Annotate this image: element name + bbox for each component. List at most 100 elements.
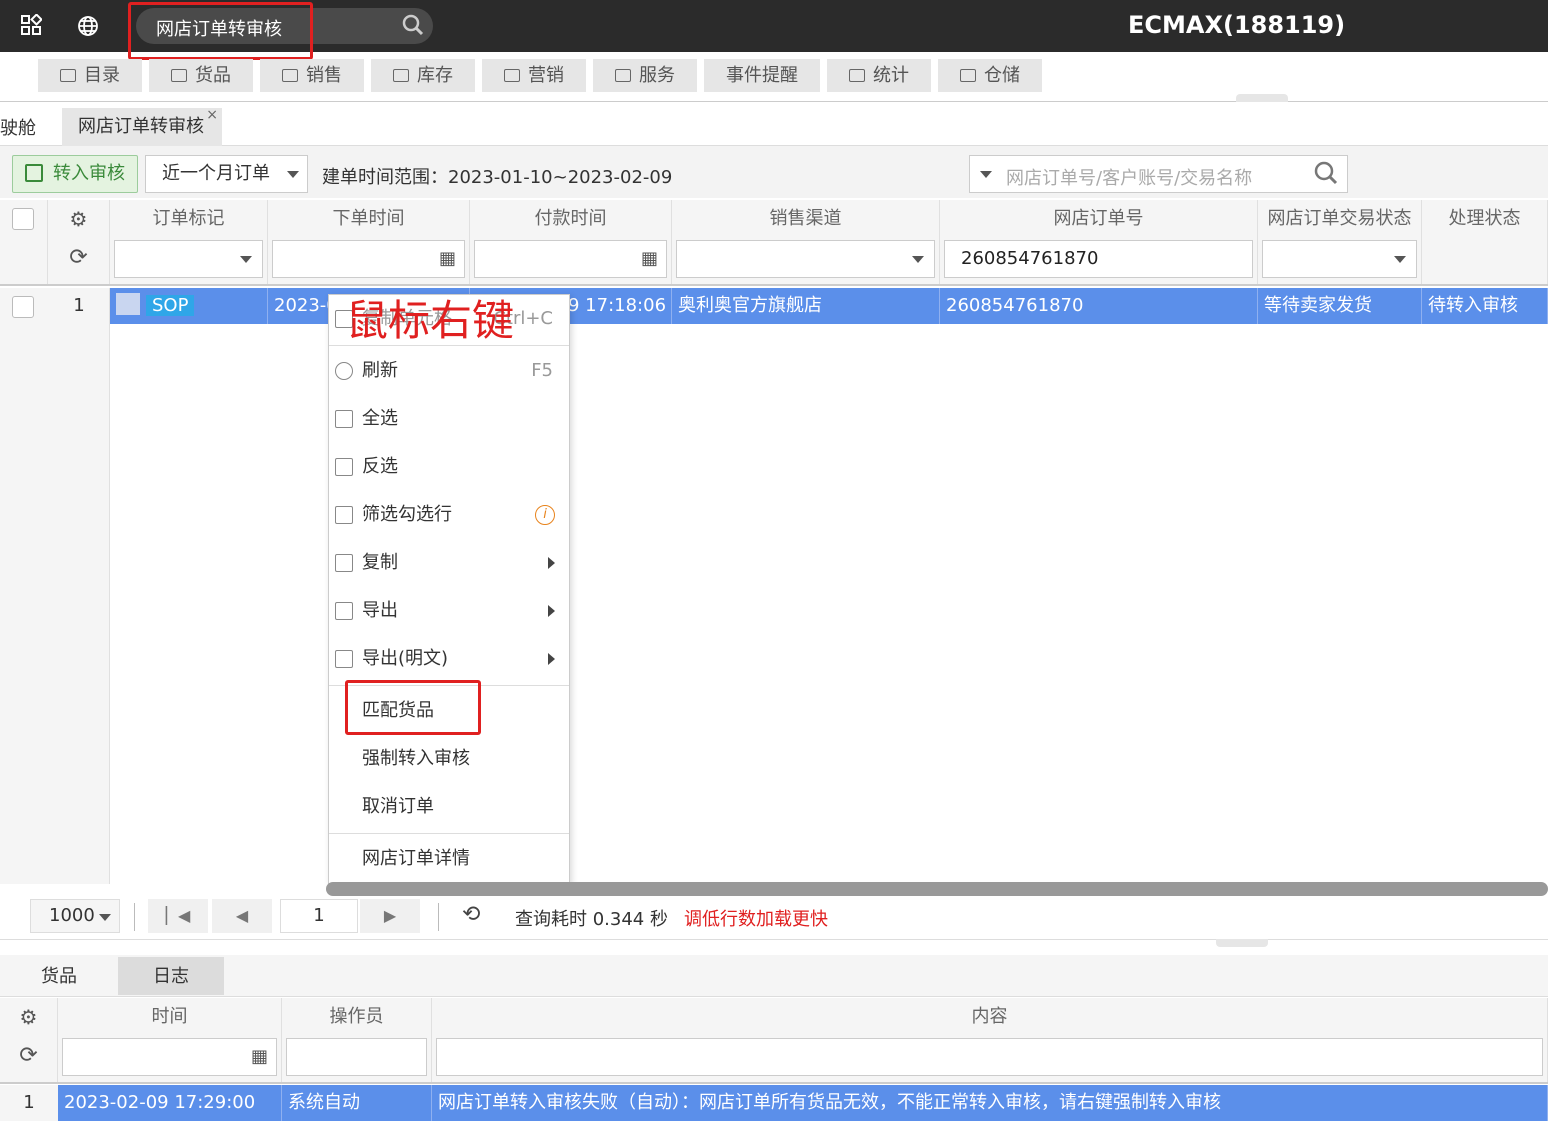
log-col-time[interactable]: 时间 [58,998,282,1036]
row-checkbox[interactable] [12,296,34,318]
prev-page-icon[interactable]: ◀ [212,899,272,933]
tab-bar [0,104,1548,146]
header-checkbox-cell [0,200,48,238]
query-time: 查询耗时 0.344 秒 [515,909,668,930]
menu-item-stats[interactable]: 统计 [827,59,931,92]
col-order-mark[interactable]: 订单标记 [110,200,268,238]
tab-order-to-review[interactable]: 网店订单转审核 × [62,107,222,146]
menu-export-plain[interactable]: 导出(明文) [329,635,569,683]
col-process-status[interactable]: 处理状态 [1422,200,1548,238]
filter-channel[interactable] [672,238,940,284]
calendar-icon[interactable]: ▦ [641,241,658,277]
calendar-icon[interactable]: ▦ [439,241,456,277]
log-cell-time[interactable]: 2023-02-09 17:29:00 [58,1085,282,1121]
log-cell-content[interactable]: 网店订单转入审核失败（自动）：网店订单所有货品无效，不能正常转入审核，请右键强制… [432,1085,1548,1121]
menu-item-service[interactable]: 服务 [593,59,697,92]
edit-icon [25,164,43,182]
date-range-select[interactable]: 近一个月订单 [145,155,308,193]
menu-cancel-order[interactable]: 取消订单 [329,783,569,831]
grid-icon[interactable] [20,13,43,41]
chevron-right-icon [548,653,555,665]
excel-icon [335,602,353,620]
folder-icon [171,69,187,82]
page-size-select[interactable]: 1000 [30,899,120,933]
filter-order-mark[interactable] [110,238,268,284]
menu-item-warehouse[interactable]: 仓储 [938,59,1042,92]
menu-divider [0,101,1548,102]
tab-goods[interactable]: 货品 [0,957,118,995]
log-header-divider [0,1082,1548,1084]
refresh-icon[interactable]: ⟳ [0,1036,58,1082]
col-order-no[interactable]: 网店订单号 [940,200,1258,238]
filter-order-no-value[interactable]: 260854761870 [944,240,1253,278]
menu-copy[interactable]: 复制 [329,539,569,587]
log-column-settings[interactable]: ⚙ [0,998,58,1036]
menu-invert-select[interactable]: 反选 [329,443,569,491]
col-trade-status[interactable]: 网店订单交易状态 [1258,200,1422,238]
col-pay-time[interactable]: 付款时间 [470,200,672,238]
chevron-down-icon [240,256,252,263]
log-filter-operator[interactable] [282,1036,432,1082]
order-search-input[interactable]: 网店订单号/客户账号/交易名称 [969,155,1348,193]
log-col-content[interactable]: 内容 [432,998,1548,1036]
menu-order-detail[interactable]: 网店订单详情 [329,835,569,883]
page-number-input[interactable]: 1 [280,899,358,933]
invert-select-icon [335,458,353,476]
filter-order-time[interactable]: ▦ [268,238,470,284]
log-cell-operator[interactable]: 系统自动 [282,1085,432,1121]
filter-pay-time[interactable]: ▦ [470,238,672,284]
cell-trade-status[interactable]: 等待卖家发货 [1258,288,1422,324]
log-filter-content[interactable] [432,1036,1548,1082]
menu-export[interactable]: 导出 [329,587,569,635]
col-order-time[interactable]: 下单时间 [268,200,470,238]
image-icon [116,293,140,315]
context-menu: 复制单元格 Ctrl+C 刷新 F5 全选 反选 筛选勾选行 i 复制 导出 导出(… [328,294,570,884]
cell-channel[interactable]: 奥利奥官方旗舰店 [672,288,940,324]
menu-item-marketing[interactable]: 营销 [482,59,586,92]
menu-item-stock[interactable]: 库存 [371,59,475,92]
menu-item-goods[interactable]: 货品 [149,59,253,92]
gear-icon[interactable]: ⚙ [20,1005,38,1029]
chevron-down-icon[interactable] [980,171,992,178]
pager-divider [438,903,439,931]
log-col-operator[interactable]: 操作员 [282,998,432,1036]
calendar-icon[interactable]: ▦ [251,1039,268,1075]
filter-trade-status[interactable] [1258,238,1422,284]
collapse-handle-bottom[interactable] [1216,939,1268,947]
chevron-right-icon [548,557,555,569]
menu-select-all[interactable]: 全选 [329,395,569,443]
menu-item-events[interactable]: 事件提醒 [704,59,820,92]
globe-icon[interactable] [77,15,99,42]
search-placeholder: 网店订单号/客户账号/交易名称 [1006,168,1253,189]
brand-title: ECMAX(188119) [1128,11,1346,39]
close-icon[interactable]: × [206,96,218,134]
search-icon[interactable] [1313,159,1339,193]
first-page-icon[interactable]: ▏◀ [148,899,208,933]
menu-item-sales[interactable]: 销售 [260,59,364,92]
menu-force-review[interactable]: 强制转入审核 [329,735,569,783]
checkbox-icon [335,506,353,524]
select-all-checkbox[interactable] [12,208,34,230]
info-icon[interactable]: i [535,505,555,525]
filter-order-no[interactable]: 260854761870 [940,238,1258,284]
menu-item-catalog[interactable]: 目录 [38,59,142,92]
cell-process-status[interactable]: 待转入审核 [1422,288,1548,324]
refresh-icon[interactable]: ⟳ [48,238,110,284]
reload-icon[interactable]: ⟲ [462,902,480,927]
col-channel[interactable]: 销售渠道 [672,200,940,238]
cell-order-mark[interactable]: SOP [110,288,268,324]
menu-filter-checked[interactable]: 筛选勾选行 i [329,491,569,539]
tab-log[interactable]: 日志 [118,957,224,995]
column-settings[interactable]: ⚙ [48,200,110,238]
collapse-handle-top[interactable] [1236,94,1288,102]
tab-dashboard[interactable]: 驶舱 [0,114,36,140]
menu-refresh[interactable]: 刷新 F5 [329,347,569,395]
horizontal-scrollbar[interactable] [326,882,1548,896]
gear-icon[interactable]: ⚙ [70,207,88,231]
cell-order-no[interactable]: 260854761870 [940,288,1258,324]
next-page-icon[interactable]: ▶ [360,899,420,933]
speed-hint: 调低行数加载更快 [684,909,828,930]
log-filter-time[interactable]: ▦ [58,1036,282,1082]
to-review-button[interactable]: 转入审核 [12,155,138,193]
search-icon[interactable] [401,12,425,44]
